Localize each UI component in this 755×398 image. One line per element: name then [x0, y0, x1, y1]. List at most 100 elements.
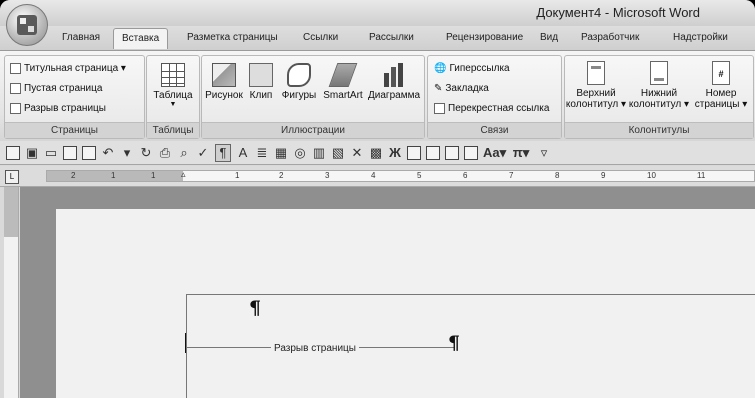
tab-mailings[interactable]: Рассылки	[369, 32, 414, 43]
ruler-number: 2	[279, 171, 284, 180]
page-break-text: Разрыв страницы	[271, 343, 359, 354]
bold-icon[interactable]: Ж	[388, 145, 402, 161]
blank-page-label: Пустая страница	[24, 83, 103, 94]
ruler-number: 4	[371, 171, 376, 180]
find-icon[interactable]: ⌕	[177, 145, 191, 161]
shapes-icon	[287, 63, 311, 87]
tab-home[interactable]: Главная	[62, 32, 100, 43]
layout-icon[interactable]	[407, 145, 421, 160]
picture-icon	[212, 63, 236, 87]
hyperlink-button[interactable]: 🌐 Гиперссылка	[434, 63, 510, 74]
frame-icon[interactable]: ▩	[369, 145, 383, 161]
ruler-number: 10	[647, 171, 656, 180]
ruler-number: 1	[111, 171, 116, 180]
tab-insert[interactable]: Вставка	[113, 28, 169, 49]
header-button[interactable]: Верхний колонтитул ▾	[565, 61, 627, 110]
clip-label: Клип	[249, 90, 273, 101]
dropdown-icon[interactable]: ▾	[120, 145, 134, 161]
page-number-label-2: страницы ▾	[694, 99, 748, 110]
horizontal-ruler[interactable]: 2 1 1 ▵ 1 2 3 4 5 6 7 8 9 10 11	[46, 169, 755, 182]
grid-icon[interactable]	[445, 145, 459, 160]
open-icon[interactable]: ▭	[44, 145, 58, 161]
office-logo-icon	[17, 15, 37, 35]
cross-reference-button[interactable]: Перекрестная ссылка	[434, 103, 549, 114]
cover-page-button[interactable]: Титульная страница ▾	[10, 63, 126, 74]
smartart-icon	[328, 63, 358, 87]
close-x-icon[interactable]: ✕	[350, 145, 364, 161]
chevron-down-icon: ▼	[169, 101, 177, 108]
font-size-icon[interactable]: Aa▾	[483, 145, 506, 161]
bookmark-button[interactable]: ✎ Закладка	[434, 83, 489, 94]
group-illustrations: Рисунок Клип Фигуры SmartArt Диаграмма И…	[201, 55, 425, 139]
undo-icon[interactable]: ↶	[101, 145, 115, 161]
columns-icon[interactable]: ≣	[255, 145, 269, 161]
table-grid-icon[interactable]: ▦	[274, 145, 288, 161]
group-links: 🌐 Гиперссылка ✎ Закладка Перекрестная ссыл…	[427, 55, 562, 139]
ruler-number: 1	[151, 171, 156, 180]
redo-icon[interactable]: ↻	[139, 145, 153, 161]
group-pages-label: Страницы	[5, 122, 144, 138]
footer-button[interactable]: Нижний колонтитул ▾	[628, 61, 690, 110]
table-button-label: Таблица	[153, 90, 193, 101]
tab-page-layout[interactable]: Разметка страницы	[187, 32, 278, 43]
header-label-1: Верхний	[576, 88, 616, 99]
email-icon[interactable]	[63, 145, 77, 160]
page-break-button[interactable]: Разрыв страницы	[10, 103, 106, 114]
font-icon[interactable]: A	[236, 145, 250, 161]
save-icon[interactable]: ▣	[25, 145, 39, 161]
vertical-ruler[interactable]	[4, 187, 19, 398]
spelling-icon[interactable]: ✓	[196, 145, 210, 161]
print-icon[interactable]: ⎙	[158, 145, 172, 161]
chart-button[interactable]: Диаграмма	[368, 63, 420, 101]
hyperlink-label: Гиперссылка	[449, 63, 510, 74]
page-number-label-1: Номер	[705, 88, 737, 99]
quick-access-toolbar: ▣ ▭ ↶ ▾ ↻ ⎙ ⌕ ✓ ¶ A ≣ ▦ ◎ ▥ ▧ ✕ ▩ Ж Aa▾ …	[0, 141, 755, 165]
group-tables-label: Таблицы	[147, 122, 199, 138]
blank-page-button[interactable]: Пустая страница	[10, 83, 102, 94]
clip-button[interactable]: Клип	[247, 63, 275, 101]
smartart-label: SmartArt	[323, 90, 363, 101]
tab-review[interactable]: Рецензирование	[446, 32, 523, 43]
footer-label-2: колонтитул ▾	[628, 99, 690, 110]
shapes-button[interactable]: Фигуры	[279, 63, 319, 101]
ruler-number: 3	[325, 171, 330, 180]
page-break-icon	[10, 103, 21, 114]
chart-small-icon[interactable]: ▥	[312, 145, 326, 161]
show-formatting-icon[interactable]: ¶	[215, 143, 231, 162]
insert-icon[interactable]	[426, 145, 440, 160]
document-area: ¶ Разрыв страницы ¶	[20, 187, 755, 398]
picture-button[interactable]: Рисунок	[204, 63, 244, 101]
group-tables: Таблица ▼ Таблицы	[146, 55, 200, 139]
table-button[interactable]: Таблица ▼	[150, 63, 196, 108]
equation-icon[interactable]: π▾	[510, 145, 532, 161]
tab-developer[interactable]: Разработчик	[581, 32, 639, 43]
table-icon	[161, 63, 185, 87]
office-button[interactable]	[6, 4, 48, 46]
cross-reference-icon	[434, 103, 445, 114]
circle-icon[interactable]: ◎	[293, 145, 307, 161]
tab-add-ins[interactable]: Надстройки	[673, 32, 728, 43]
highlight-icon[interactable]	[464, 145, 478, 160]
vertical-ruler-margin	[4, 187, 18, 237]
ruler-number: 7	[509, 171, 514, 180]
cover-page-icon	[10, 63, 21, 74]
tab-view[interactable]: Вид	[540, 32, 558, 43]
page-number-icon: #	[712, 61, 730, 85]
tab-selector[interactable]: L	[5, 170, 19, 184]
new-document-icon[interactable]	[6, 145, 20, 160]
smartart-button[interactable]: SmartArt	[321, 63, 365, 101]
ruler-bar: L 2 1 1 ▵ 1 2 3 4 5 6 7 8 9 10 11	[0, 166, 755, 187]
ribbon-tabs: Главная Вставка Разметка страницы Ссылки…	[0, 26, 755, 50]
pattern-icon[interactable]: ▧	[331, 145, 345, 161]
group-header-footer-label: Колонтитулы	[565, 122, 753, 138]
ruler-number: 5	[417, 171, 422, 180]
title-bar: Документ4 - Microsoft Word	[0, 0, 755, 26]
page-number-button[interactable]: # Номер страницы ▾	[691, 61, 751, 110]
customize-qat-icon[interactable]: ▿	[537, 145, 551, 161]
paragraph-mark: ¶	[249, 297, 262, 319]
group-illustrations-label: Иллюстрации	[202, 122, 424, 138]
tab-references[interactable]: Ссылки	[303, 32, 338, 43]
window-title: Документ4 - Microsoft Word	[536, 5, 700, 20]
left-indent-marker[interactable]: ▵	[181, 169, 186, 180]
print-preview-icon[interactable]	[82, 145, 96, 160]
